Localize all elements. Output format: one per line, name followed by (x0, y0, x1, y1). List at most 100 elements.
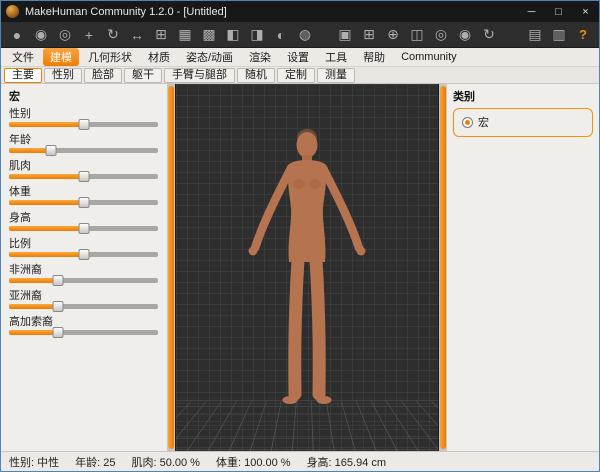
slider-track[interactable] (9, 278, 158, 283)
status-item-4: 身高: 165.94 cm (307, 454, 386, 470)
sub-tab-0[interactable]: 主要 (4, 68, 42, 83)
macro-sliders: 性别 年龄 肌肉 体重 身高 比例 (9, 108, 160, 335)
symmetry-right-icon[interactable]: ◨ (245, 24, 269, 46)
sub-tab-bar: 主要性别脸部躯干手臂与腿部随机定制测量 (1, 67, 599, 84)
left-scrollbar-thumb[interactable] (168, 86, 174, 449)
grid-icon[interactable]: ⊞ (149, 24, 173, 46)
menu-tab-0[interactable]: 文件 (5, 48, 41, 66)
slider-track[interactable] (9, 148, 158, 153)
menu-tab-bar: 文件建模几何形状材质姿态/动画渲染设置工具帮助Community (1, 48, 599, 67)
sub-tab-3[interactable]: 躯干 (124, 68, 162, 83)
slider-track[interactable] (9, 252, 158, 257)
perspective-icon[interactable]: ◫ (405, 24, 429, 46)
menu-tab-5[interactable]: 渲染 (242, 48, 278, 66)
human-model[interactable] (202, 100, 412, 440)
slider-fill (9, 200, 84, 205)
slider-fill (9, 122, 84, 127)
slider-handle[interactable] (78, 119, 89, 130)
slider-track[interactable] (9, 200, 158, 205)
slider-handle[interactable] (53, 275, 64, 286)
category-panel-title: 类别 (453, 88, 593, 104)
close-button[interactable]: × (572, 1, 599, 22)
slider-track[interactable] (9, 174, 158, 179)
toolbar-mesh-group: ●◉◎+↻↔⊞▦▩◧◨◐◍ (5, 24, 317, 46)
menu-tab-4[interactable]: 姿态/动画 (179, 48, 240, 66)
slider-track[interactable] (9, 122, 158, 127)
macro-slider-3: 体重 (9, 186, 160, 205)
toolbar-right-group: ▤▥? (523, 24, 595, 46)
slider-fill (9, 226, 84, 231)
slider-track[interactable] (9, 330, 158, 335)
slider-handle[interactable] (78, 197, 89, 208)
checker-icon[interactable]: ▩ (197, 24, 221, 46)
slider-handle[interactable] (78, 223, 89, 234)
3d-viewport[interactable] (175, 84, 439, 451)
sub-tab-4[interactable]: 手臂与腿部 (164, 68, 235, 83)
half-shade-sphere-icon[interactable]: ◐ (269, 24, 293, 46)
main-area: 宏 性别 年龄 肌肉 体重 身高 比例 (1, 84, 599, 451)
left-scrollbar[interactable] (167, 84, 175, 451)
makehuman-window: MakeHuman Community 1.2.0 - [Untitled] ─… (0, 0, 600, 472)
title-bar: MakeHuman Community 1.2.0 - [Untitled] ─… (1, 1, 599, 22)
category-option-0[interactable]: 宏 (462, 114, 584, 130)
grid-toggle-icon[interactable]: ⊞ (357, 24, 381, 46)
slider-label: 亚洲裔 (9, 290, 160, 302)
settings-icon[interactable]: ▥ (547, 24, 571, 46)
menu-tab-3[interactable]: 材质 (141, 48, 177, 66)
slider-handle[interactable] (53, 327, 64, 338)
sphere-solid-icon[interactable]: ● (5, 24, 29, 46)
menu-tab-9[interactable]: Community (394, 50, 464, 64)
right-scrollbar-thumb[interactable] (440, 86, 446, 449)
sub-tab-7[interactable]: 测量 (317, 68, 355, 83)
category-groupbox: 宏 (453, 108, 593, 137)
status-item-1: 年龄: 25 (75, 454, 115, 470)
sphere-wire-icon[interactable]: ◎ (53, 24, 77, 46)
slider-track[interactable] (9, 226, 158, 231)
slider-fill (9, 278, 58, 283)
window-title: MakeHuman Community 1.2.0 - [Untitled] (25, 6, 518, 18)
menu-tab-2[interactable]: 几何形状 (81, 48, 139, 66)
macro-slider-8: 高加索裔 (9, 316, 160, 335)
menu-tab-8[interactable]: 帮助 (356, 48, 392, 66)
move-icon[interactable]: + (77, 24, 101, 46)
face-camera-icon[interactable]: ◉ (453, 24, 477, 46)
menu-tab-1[interactable]: 建模 (43, 48, 79, 66)
orbit-camera-icon[interactable]: ↻ (477, 24, 501, 46)
background-image-icon[interactable]: ▣ (333, 24, 357, 46)
slider-label: 年龄 (9, 134, 160, 146)
macro-slider-7: 亚洲裔 (9, 290, 160, 309)
rotate-icon[interactable]: ↻ (101, 24, 125, 46)
minimize-button[interactable]: ─ (518, 1, 545, 22)
symmetry-left-icon[interactable]: ◧ (221, 24, 245, 46)
menu-tab-6[interactable]: 设置 (280, 48, 316, 66)
radio-icon[interactable] (462, 117, 473, 128)
sub-tab-6[interactable]: 定制 (277, 68, 315, 83)
photo-icon[interactable]: ▤ (523, 24, 547, 46)
macro-slider-5: 比例 (9, 238, 160, 257)
radio-label: 宏 (478, 114, 489, 130)
maximize-button[interactable]: □ (545, 1, 572, 22)
slider-handle[interactable] (78, 171, 89, 182)
sphere-mesh-icon[interactable]: ◉ (29, 24, 53, 46)
macro-slider-4: 身高 (9, 212, 160, 231)
sub-tab-2[interactable]: 脸部 (84, 68, 122, 83)
slider-handle[interactable] (45, 145, 56, 156)
slider-label: 非洲裔 (9, 264, 160, 276)
slider-handle[interactable] (78, 249, 89, 260)
sub-tab-5[interactable]: 随机 (237, 68, 275, 83)
scale-icon[interactable]: ↔ (125, 24, 149, 46)
macro-slider-1: 年龄 (9, 134, 160, 153)
slider-track[interactable] (9, 304, 158, 309)
menu-tab-7[interactable]: 工具 (318, 48, 354, 66)
sub-tab-1[interactable]: 性别 (44, 68, 82, 83)
global-camera-icon[interactable]: ◎ (429, 24, 453, 46)
right-scrollbar[interactable] (439, 84, 447, 451)
slider-handle[interactable] (53, 301, 64, 312)
shaded-sphere-icon[interactable]: ◍ (293, 24, 317, 46)
wireframe-icon[interactable]: ▦ (173, 24, 197, 46)
slider-label: 高加索裔 (9, 316, 160, 328)
main-toolbar: ●◉◎+↻↔⊞▦▩◧◨◐◍ ▣⊞⊕◫◎◉↻ ▤▥? (1, 22, 599, 48)
help-icon[interactable]: ? (571, 24, 595, 46)
axes-icon[interactable]: ⊕ (381, 24, 405, 46)
macro-slider-2: 肌肉 (9, 160, 160, 179)
